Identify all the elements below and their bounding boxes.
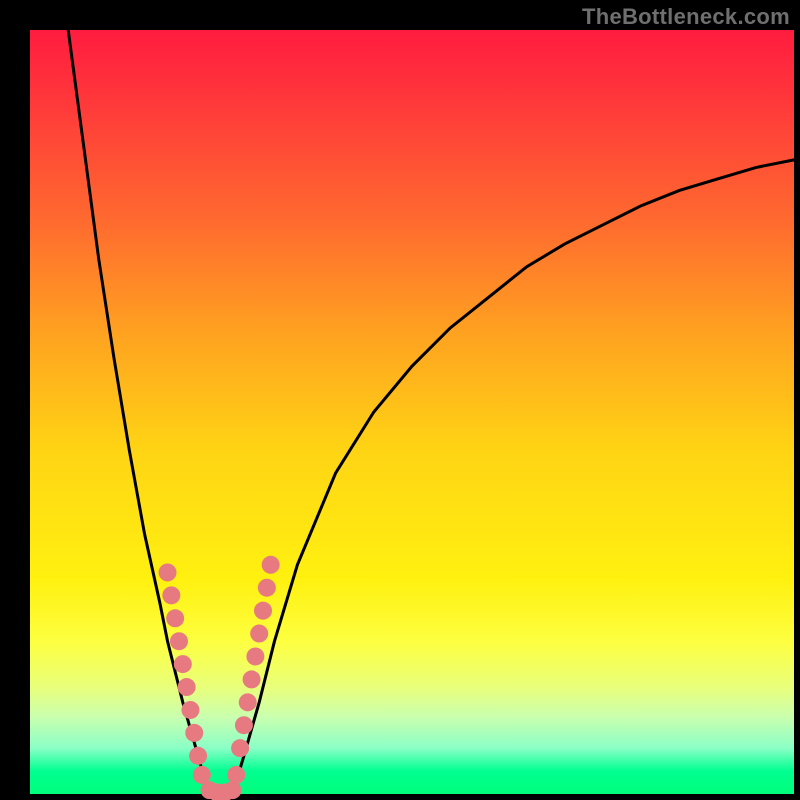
highlight-dot	[162, 586, 180, 604]
highlight-dot	[170, 632, 188, 650]
highlight-dot	[250, 625, 268, 643]
highlight-dot	[239, 693, 257, 711]
watermark-text: TheBottleneck.com	[582, 4, 790, 30]
highlight-dot	[185, 724, 203, 742]
chart-overlay	[30, 30, 794, 794]
highlight-dot	[235, 716, 253, 734]
highlight-dot	[193, 766, 211, 784]
highlight-dot	[231, 739, 249, 757]
highlight-dot	[166, 609, 184, 627]
highlight-dot	[181, 701, 199, 719]
highlight-dot	[262, 556, 280, 574]
curve-right-line	[232, 160, 794, 794]
highlight-dot	[178, 678, 196, 696]
highlight-dot	[246, 647, 264, 665]
highlight-dot	[223, 781, 241, 799]
highlight-dot	[258, 579, 276, 597]
highlight-dot	[174, 655, 192, 673]
highlight-dot	[254, 602, 272, 620]
highlight-dot	[227, 766, 245, 784]
highlight-dot	[159, 563, 177, 581]
highlight-dot	[243, 670, 261, 688]
highlight-dot	[189, 747, 207, 765]
chart-frame: TheBottleneck.com	[0, 0, 800, 800]
